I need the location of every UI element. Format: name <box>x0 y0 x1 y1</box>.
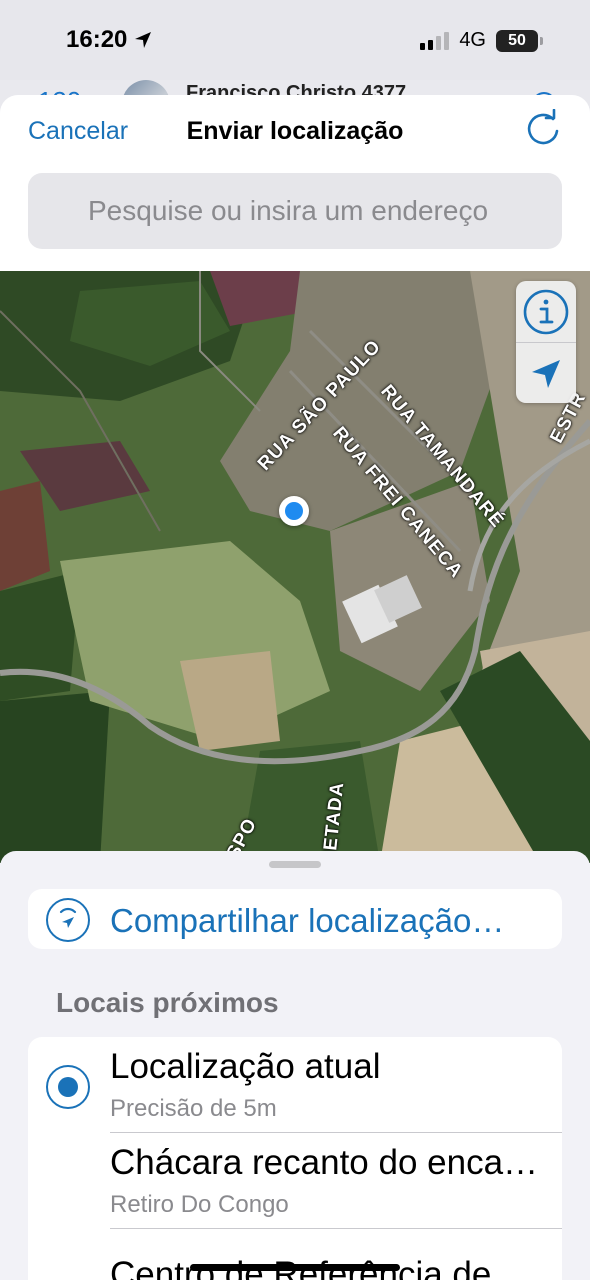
status-right: 4G 50 <box>420 29 543 52</box>
info-icon <box>523 289 569 334</box>
nearby-item-title: Chácara recanto do enca… <box>110 1143 539 1182</box>
battery-level: 50 <box>508 31 526 49</box>
share-live-location-label: Compartilhar localização… <box>110 902 505 939</box>
network-type: 4G <box>459 29 486 51</box>
cellular-signal-icon <box>420 31 450 50</box>
share-live-location-button[interactable]: Compartilhar localização… <box>28 889 562 949</box>
refresh-icon[interactable] <box>524 109 562 149</box>
selected-radio-icon <box>46 1065 90 1109</box>
search-input[interactable] <box>28 173 562 249</box>
cancel-button[interactable]: Cancelar <box>28 117 128 146</box>
sheet-grabber[interactable] <box>269 861 321 868</box>
satellite-imagery <box>0 271 590 863</box>
status-time-text: 16:20 <box>66 26 128 53</box>
send-location-sheet: Enviar localização Cancelar Pesquise ou … <box>0 95 590 1280</box>
sheet-nav-bar: Enviar localização Cancelar <box>0 95 590 271</box>
track-location-button[interactable] <box>516 343 576 404</box>
map-info-button[interactable] <box>516 281 576 342</box>
nearby-item-subtitle: Precisão de 5m <box>110 1095 277 1122</box>
location-arrow-icon <box>532 359 560 388</box>
home-indicator[interactable] <box>190 1264 400 1271</box>
live-location-icon <box>46 898 90 942</box>
nearby-section-title: Locais próximos <box>56 987 279 1018</box>
nearby-item-subtitle: Retiro Do Congo <box>110 1191 289 1218</box>
user-location-dot[interactable] <box>279 496 309 526</box>
nearby-places-list: Localização atual Precisão de 5m Chácara… <box>28 1037 562 1280</box>
battery-icon: 50 <box>496 29 543 52</box>
nearby-item-chacara[interactable]: Chácara recanto do enca… Retiro Do Congo <box>28 1133 562 1229</box>
status-time: 16:20 <box>66 26 153 54</box>
nearby-item-title: Localização atual <box>110 1047 381 1086</box>
nearby-item-centro[interactable]: Centro de Referência de <box>28 1229 562 1280</box>
location-panel: Compartilhar localização… Locais próximo… <box>0 851 590 1280</box>
nearby-item-current-location[interactable]: Localização atual Precisão de 5m <box>28 1037 562 1133</box>
location-services-icon <box>135 32 152 48</box>
status-bar: 16:20 4G 50 <box>0 0 590 80</box>
map-view[interactable]: RUA SÃO PAULO RUA TAMANDARÉ RUA FREI CAN… <box>0 271 590 863</box>
map-controls <box>516 281 576 403</box>
